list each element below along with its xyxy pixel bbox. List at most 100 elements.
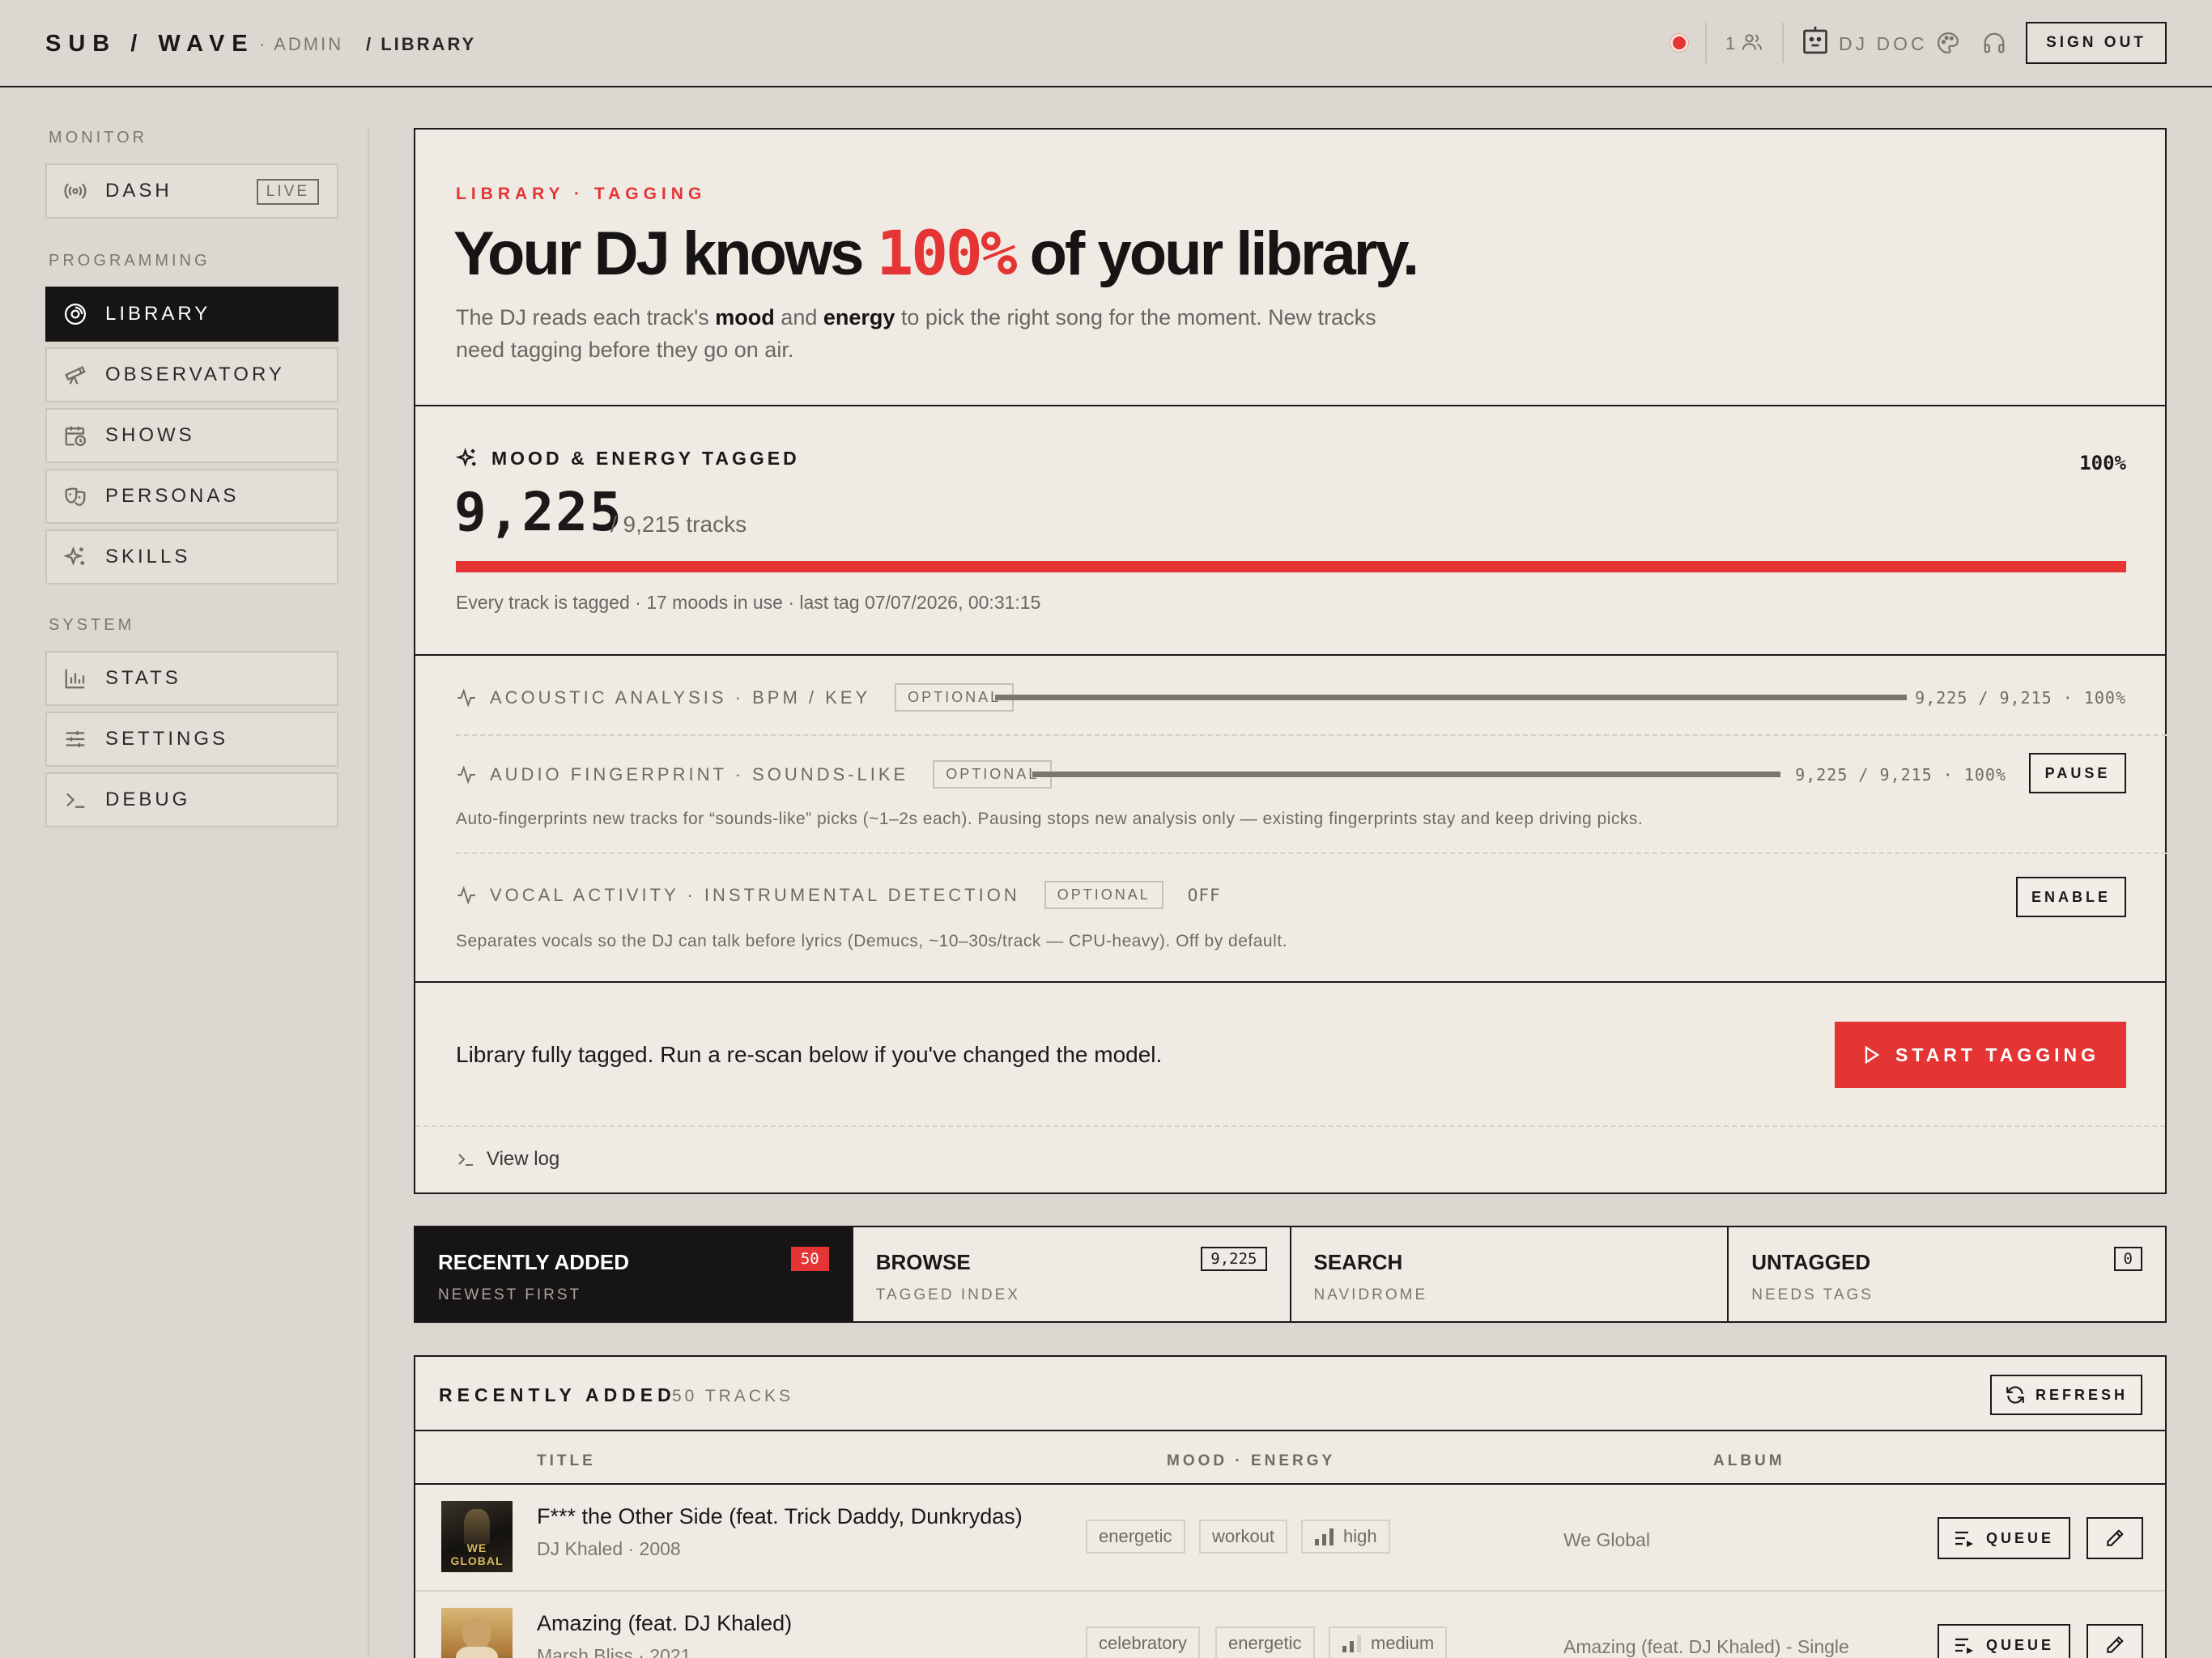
fingerprint-value: 9,225 / 9,215 · 100% [1795,765,2006,784]
dj-name: DJ DOC [1839,33,1928,54]
brand-logo[interactable]: SUB / WAVE [45,31,255,57]
robot-icon [1801,24,1830,57]
tab-count-badge: 9,225 [1201,1247,1267,1271]
sidebar-item-personas[interactable]: PERSONAS [45,469,338,524]
vocal-activity-row: VOCAL ACTIVITY · INSTRUMENTAL DETECTION … [456,881,1221,909]
library-status-message: Library fully tagged. Run a re-scan belo… [456,1042,1163,1067]
recently-added-panel: RECENTLY ADDED 50 TRACKS REFRESH TITLE M… [414,1355,2167,1658]
divider [415,654,2165,656]
track-title: Amazing (feat. DJ Khaled) [537,1611,793,1635]
headphones-icon[interactable] [1982,31,2006,55]
section-label-programming: PROGRAMMING [49,252,211,270]
pulse-icon [456,687,477,708]
sidebar-item-label: PERSONAS [105,485,240,507]
energy-bars-icon [1342,1635,1363,1652]
sparkles-icon [456,447,479,470]
coverage-percent: 100% [876,217,1017,289]
divider [415,981,2165,983]
optional-badge: OPTIONAL [1044,881,1163,909]
queue-button[interactable]: QUEUE [1938,1624,2070,1658]
table-row[interactable]: WE GLOBAL F*** the Other Side (feat. Tri… [415,1485,2165,1590]
refresh-button[interactable]: REFRESH [1990,1375,2142,1415]
bar-chart-icon [63,666,87,691]
album-cover: WE GLOBAL [441,1501,513,1572]
sidebar-item-shows[interactable]: SHOWS [45,408,338,463]
edit-button[interactable] [2087,1517,2143,1559]
enable-button[interactable]: ENABLE [2016,877,2126,917]
library-tabs: RECENTLY ADDED NEWEST FIRST 50 BROWSE TA… [414,1226,2167,1323]
fingerprint-progress-bar [1032,772,1780,777]
energy-tag: high [1301,1520,1390,1554]
divider [456,852,2167,854]
sliders-icon [63,727,87,751]
divider [415,405,2165,406]
page-description: The DJ reads each track's mood and energ… [456,305,1376,362]
sidebar-item-label: DEBUG [105,789,191,810]
pause-button[interactable]: PAUSE [2029,753,2126,793]
divider [456,734,2167,736]
tagged-count: 9,225 [454,481,623,543]
view-log-link[interactable]: View log [456,1148,559,1171]
sidebar-divider [368,126,369,1658]
list-count: 50 TRACKS [672,1387,793,1405]
mood-tag: energetic [1086,1520,1185,1554]
mood-progress-bar [456,561,2126,572]
queue-icon [1954,1635,1975,1655]
tab-browse[interactable]: BROWSE TAGGED INDEX 9,225 [853,1227,1291,1321]
sidebar-item-skills[interactable]: SKILLS [45,529,338,585]
mood-tag: workout [1199,1520,1288,1554]
track-artist: DJ Khaled · 2008 [537,1538,681,1559]
sidebar-item-debug[interactable]: DEBUG [45,772,338,827]
sidebar-item-label: SKILLS [105,546,191,568]
fingerprint-row: AUDIO FINGERPRINT · SOUNDS-LIKE OPTIONAL [456,760,1053,789]
vocal-note: Separates vocals so the DJ can talk befo… [456,932,1287,950]
track-album: Amazing (feat. DJ Khaled) - Single [1563,1636,1849,1657]
tab-untagged[interactable]: UNTAGGED NEEDS TAGS 0 [1729,1227,2165,1321]
queue-button[interactable]: QUEUE [1938,1517,2070,1559]
section-label-system: SYSTEM [49,616,135,634]
acoustic-analysis-row: ACOUSTIC ANALYSIS · BPM / KEY OPTIONAL [456,683,1015,712]
queue-icon [1954,1528,1975,1548]
fingerprint-note: Auto-fingerprints new tracks for “sounds… [456,810,1644,828]
column-header-mood: MOOD · ENERGY [1167,1452,1336,1469]
live-record-indicator [1670,34,1688,52]
mood-percent: 100% [2079,452,2126,474]
sidebar-item-dash[interactable]: DASH LIVE [45,164,338,219]
calendar-clock-icon [63,423,87,448]
top-bar: SUB / WAVE · ADMIN / LIBRARY 1 DJ DOC SI… [0,0,2212,87]
sidebar-item-library[interactable]: LIBRARY [45,287,338,342]
column-header-album: ALBUM [1713,1452,1785,1469]
sidebar-item-observatory[interactable]: OBSERVATORY [45,347,338,402]
start-tagging-button[interactable]: START TAGGING [1835,1022,2126,1088]
pencil-icon [2104,1635,2125,1656]
palette-icon[interactable] [1936,31,1960,55]
mood-tag: energetic [1215,1626,1315,1658]
divider [415,1125,2165,1127]
breadcrumb-admin[interactable]: · ADMIN [259,34,343,55]
sidebar-item-stats[interactable]: STATS [45,651,338,706]
acoustic-value: 9,225 / 9,215 · 100% [1915,688,2126,708]
sign-out-button[interactable]: SIGN OUT [2026,22,2167,64]
total-tracks: / 9,215 tracks [610,512,747,537]
broadcast-icon [63,179,87,203]
mood-energy-title: MOOD & ENERGY TAGGED [456,447,800,470]
sidebar-item-label: OBSERVATORY [105,363,285,385]
section-label-monitor: MONITOR [49,129,148,147]
page-title: Your DJ knows 100% of your library. [453,217,1419,289]
tab-search[interactable]: SEARCH NAVIDROME [1291,1227,1729,1321]
column-header-title: TITLE [537,1452,596,1469]
album-cover [441,1608,513,1658]
acoustic-progress-bar [995,695,1907,700]
breadcrumb-current: / LIBRARY [366,34,477,54]
table-row[interactable]: Amazing (feat. DJ Khaled) Marsh Bliss · … [415,1590,2165,1658]
track-title: F*** the Other Side (feat. Trick Daddy, … [537,1504,1023,1528]
listener-count: 1 [1725,33,1736,53]
sidebar-item-label: DASH [105,180,172,202]
sidebar-item-settings[interactable]: SETTINGS [45,712,338,767]
edit-button[interactable] [2087,1624,2143,1658]
vocal-status: OFF [1187,885,1221,905]
pulse-icon [456,885,477,906]
energy-bars-icon [1314,1528,1335,1545]
tab-recently-added[interactable]: RECENTLY ADDED NEWEST FIRST 50 [415,1227,853,1321]
live-badge: LIVE [256,179,319,205]
